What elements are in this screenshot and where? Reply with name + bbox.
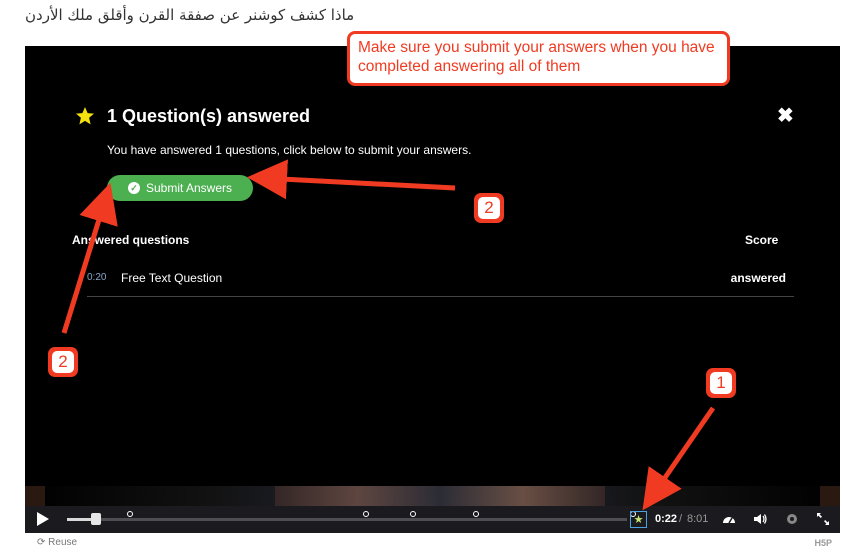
annotation-badge-2-left: 2 xyxy=(48,347,78,377)
reuse-icon: ⟳ xyxy=(37,537,46,548)
seek-played xyxy=(67,518,93,521)
seek-bar[interactable] xyxy=(67,511,636,525)
annotation-badge-2-right: 2 xyxy=(474,193,504,223)
seek-handle[interactable] xyxy=(90,513,101,525)
video-player: 1 Question(s) answered ✖ You have answer… xyxy=(25,46,840,533)
question-row[interactable]: 0:20 Free Text Question answered xyxy=(87,263,794,297)
page-title: ماذا كشف كوشنر عن صفقة القرن وأقلق ملك ا… xyxy=(25,6,355,24)
h5p-logo[interactable]: H5P xyxy=(814,538,832,548)
fullscreen-icon[interactable] xyxy=(815,511,831,527)
check-icon: ✓ xyxy=(127,182,140,194)
interaction-marker[interactable] xyxy=(126,511,133,517)
interaction-marker[interactable] xyxy=(409,511,416,517)
current-time: 0:22 xyxy=(655,513,678,525)
annotation-badge-1: 1 xyxy=(706,368,736,398)
question-time[interactable]: 0:20 xyxy=(87,272,106,283)
summary-overlay: 1 Question(s) answered ✖ You have answer… xyxy=(25,56,840,486)
summary-title: 1 Question(s) answered xyxy=(107,106,311,126)
bandwidth-icon[interactable] xyxy=(721,511,737,527)
annotation-callout: Make sure you submit your answers when y… xyxy=(347,31,730,86)
interaction-icon[interactable]: ★ xyxy=(630,511,647,528)
player-footer: ⟳ Reuse H5P xyxy=(25,533,840,555)
total-time: 8:01 xyxy=(687,513,709,525)
interaction-marker[interactable] xyxy=(472,511,479,517)
reuse-label: Reuse xyxy=(48,537,78,548)
answered-questions-header: Answered questions xyxy=(72,233,190,247)
submit-answers-button[interactable]: ✓ Submit Answers xyxy=(107,175,253,201)
close-icon[interactable]: ✖ xyxy=(777,106,794,126)
submit-answers-label: Submit Answers xyxy=(145,181,233,195)
reuse-button[interactable]: ⟳ Reuse xyxy=(37,537,77,548)
controls-bar: ★ 0:22 / 8:01 xyxy=(25,506,840,533)
star-icon xyxy=(76,107,94,125)
summary-message: You have answered 1 questions, click bel… xyxy=(107,143,472,157)
play-icon[interactable] xyxy=(37,512,49,526)
settings-icon[interactable] xyxy=(784,511,800,527)
score-header: Score xyxy=(745,233,779,247)
interaction-marker[interactable] xyxy=(362,511,369,517)
volume-icon[interactable] xyxy=(752,511,768,527)
question-title: Free Text Question xyxy=(121,271,223,285)
time-separator: / xyxy=(679,513,683,525)
question-status: answered xyxy=(730,271,786,285)
